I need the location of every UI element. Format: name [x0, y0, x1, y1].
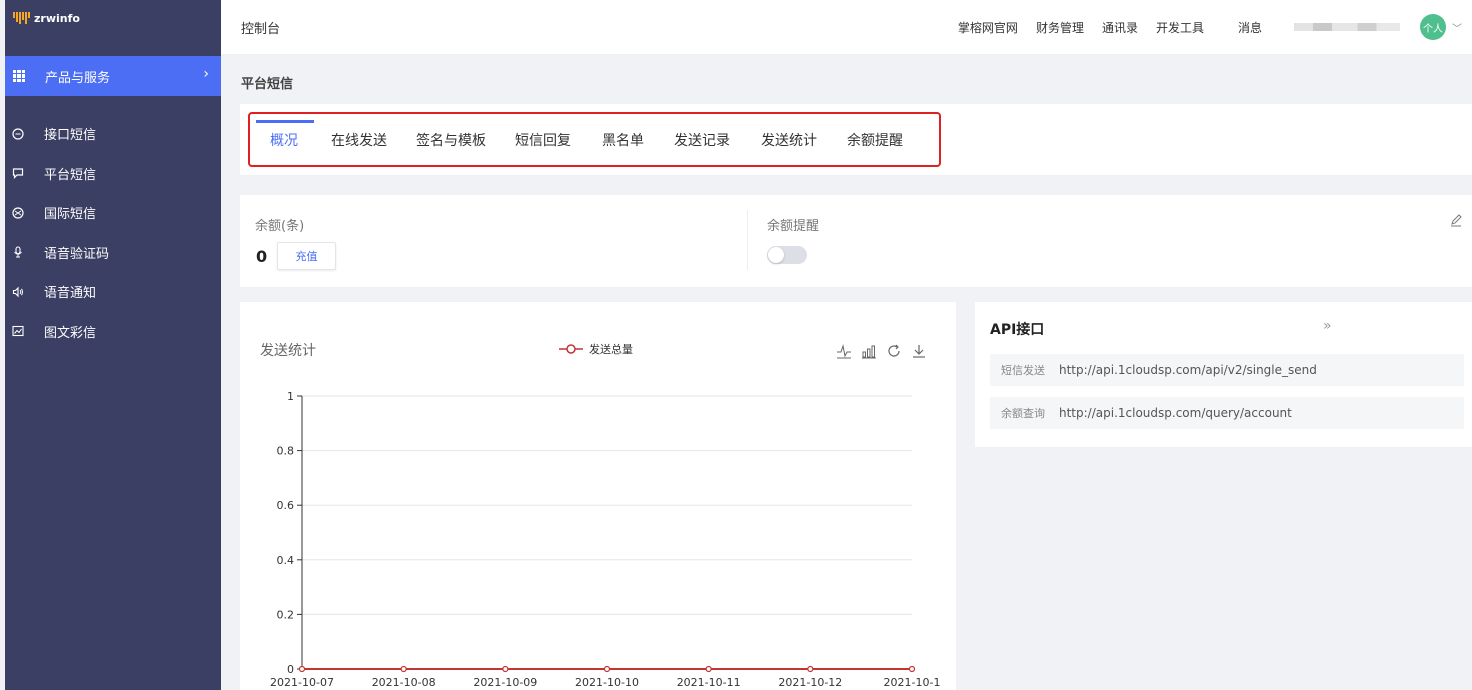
legend-line-marker-icon: [559, 344, 583, 354]
sidebar-item-label: 平台短信: [44, 167, 97, 183]
balance-label: 余额(条): [255, 219, 305, 234]
speaker-icon: [11, 285, 25, 299]
nav-link-official-site[interactable]: 掌榕网官网: [958, 19, 1018, 36]
sidebar-item-label: 国际短信: [44, 207, 97, 223]
api-row-url[interactable]: http://api.1cloudsp.com/api/v2/single_se…: [1059, 363, 1317, 377]
header-title: 控制台: [241, 22, 281, 37]
brand-name: zrwinfo: [34, 11, 80, 25]
grid-icon: [13, 70, 25, 82]
data-point: [603, 665, 611, 673]
sidebar-item-intl-sms[interactable]: 国际短信: [5, 193, 221, 233]
sidebar-item-api-sms[interactable]: 接口短信: [5, 114, 221, 154]
balance-alert-toggle[interactable]: [767, 246, 807, 264]
sidebar-item-label: 图文彩信: [44, 325, 97, 341]
chat-bubble-icon: [11, 127, 25, 141]
legend-series-name: 发送总量: [589, 343, 633, 356]
x-tick-label: 2021-10-11: [677, 676, 741, 689]
sidebar-item-platform-sms[interactable]: 平台短信: [5, 154, 221, 194]
api-card-title: API接口: [990, 322, 1045, 338]
sidebar-menu: 接口短信 平台短信 国际短信 语音验证码 语音通知 图文彩信: [5, 114, 221, 351]
sidebar-item-label: 语音验证码: [44, 246, 110, 262]
sidebar-group-products[interactable]: 产品与服务 ›: [5, 56, 221, 96]
nav-link-finance[interactable]: 财务管理: [1036, 19, 1084, 36]
sidebar-item-voice-notify[interactable]: 语音通知: [5, 272, 221, 312]
api-row-sms-send: 短信发送 http://api.1cloudsp.com/api/v2/sing…: [990, 354, 1464, 386]
nav-link-messages[interactable]: 消息: [1238, 19, 1262, 36]
chevron-right-icon: ›: [203, 66, 209, 82]
chart-title: 发送统计: [260, 343, 316, 359]
api-row-balance-query: 余额查询 http://api.1cloudsp.com/query/accou…: [990, 397, 1464, 429]
double-chevron-right-icon[interactable]: »: [1323, 318, 1332, 334]
recharge-button[interactable]: 充值: [277, 242, 336, 270]
api-row-key: 短信发送: [1001, 364, 1045, 377]
sidebar-item-mms[interactable]: 图文彩信: [5, 312, 221, 352]
y-tick-label: 0.2: [277, 608, 295, 621]
chart-legend[interactable]: 发送总量: [559, 341, 633, 357]
data-point: [705, 665, 712, 673]
sidebar-item-label: 接口短信: [44, 128, 97, 144]
balance-alert-label: 余额提醒: [767, 219, 820, 234]
sidebar-group-label: 产品与服务: [45, 70, 111, 86]
x-tick-label: 2021-10-08: [372, 676, 436, 689]
y-tick-label: 0.6: [277, 499, 295, 512]
data-point: [807, 665, 814, 673]
x-tick-label: 2021-10-10: [575, 676, 639, 689]
x-tick-label: 2021-10-07: [270, 676, 334, 689]
divider: [747, 210, 748, 270]
image-chart-icon: [11, 324, 25, 338]
line-chart: 0 0.2 0.4 0.6 0.8 1 2021-10-07 2021-10-08 2021-1…: [270, 390, 941, 689]
balance-value: 0: [256, 247, 268, 266]
y-tick-label: 0: [287, 663, 294, 676]
data-point: [908, 665, 916, 673]
data-point: [400, 665, 407, 673]
api-row-url[interactable]: http://api.1cloudsp.com/query/account: [1059, 406, 1292, 420]
x-tick-label: 2021-10-1: [884, 676, 941, 689]
refresh-icon[interactable]: [886, 343, 902, 359]
tabs-highlight-box: [248, 112, 941, 167]
edit-pencil-icon[interactable]: [1449, 213, 1463, 227]
brand-logo-icon: [13, 12, 30, 24]
bar-chart-icon[interactable]: [861, 343, 877, 359]
chevron-down-icon[interactable]: ﹀: [1452, 20, 1462, 35]
redacted-username: [1294, 23, 1400, 31]
avatar[interactable]: 个人: [1420, 14, 1446, 40]
nav-link-dev-tools[interactable]: 开发工具: [1156, 19, 1204, 36]
header-nav: 掌榕网官网 财务管理 通讯录 开发工具 消息 个人 ﹀: [940, 0, 1462, 54]
y-tick-label: 0.4: [277, 554, 295, 567]
balance-card: [240, 195, 1472, 287]
data-point: [298, 665, 306, 673]
microphone-icon: [11, 245, 25, 259]
top-header: 控制台 掌榕网官网 财务管理 通讯录 开发工具 消息 个人 ﹀: [221, 0, 1472, 54]
download-icon[interactable]: [911, 343, 927, 359]
sidebar-item-voice-code[interactable]: 语音验证码: [5, 233, 221, 273]
data-point: [502, 665, 509, 673]
sidebar-item-label: 语音通知: [44, 286, 97, 302]
chart-toolbox: [836, 343, 927, 359]
api-row-key: 余额查询: [1001, 407, 1045, 420]
nav-link-contacts[interactable]: 通讯录: [1102, 19, 1138, 36]
brand-logo[interactable]: zrwinfo: [5, 0, 221, 36]
sidebar: zrwinfo 产品与服务 › 接口短信 平台短信 国际短信 语音验证码 语音通…: [5, 0, 221, 690]
page-title: 平台短信: [241, 77, 294, 92]
y-tick-label: 1: [287, 390, 294, 403]
y-tick-label: 0.8: [277, 445, 295, 458]
x-tick-label: 2021-10-09: [473, 676, 537, 689]
toggle-knob: [768, 247, 784, 263]
globe-icon: [11, 206, 25, 220]
message-square-icon: [11, 166, 25, 180]
x-tick-label: 2021-10-12: [778, 676, 842, 689]
line-chart-icon[interactable]: [836, 343, 852, 359]
